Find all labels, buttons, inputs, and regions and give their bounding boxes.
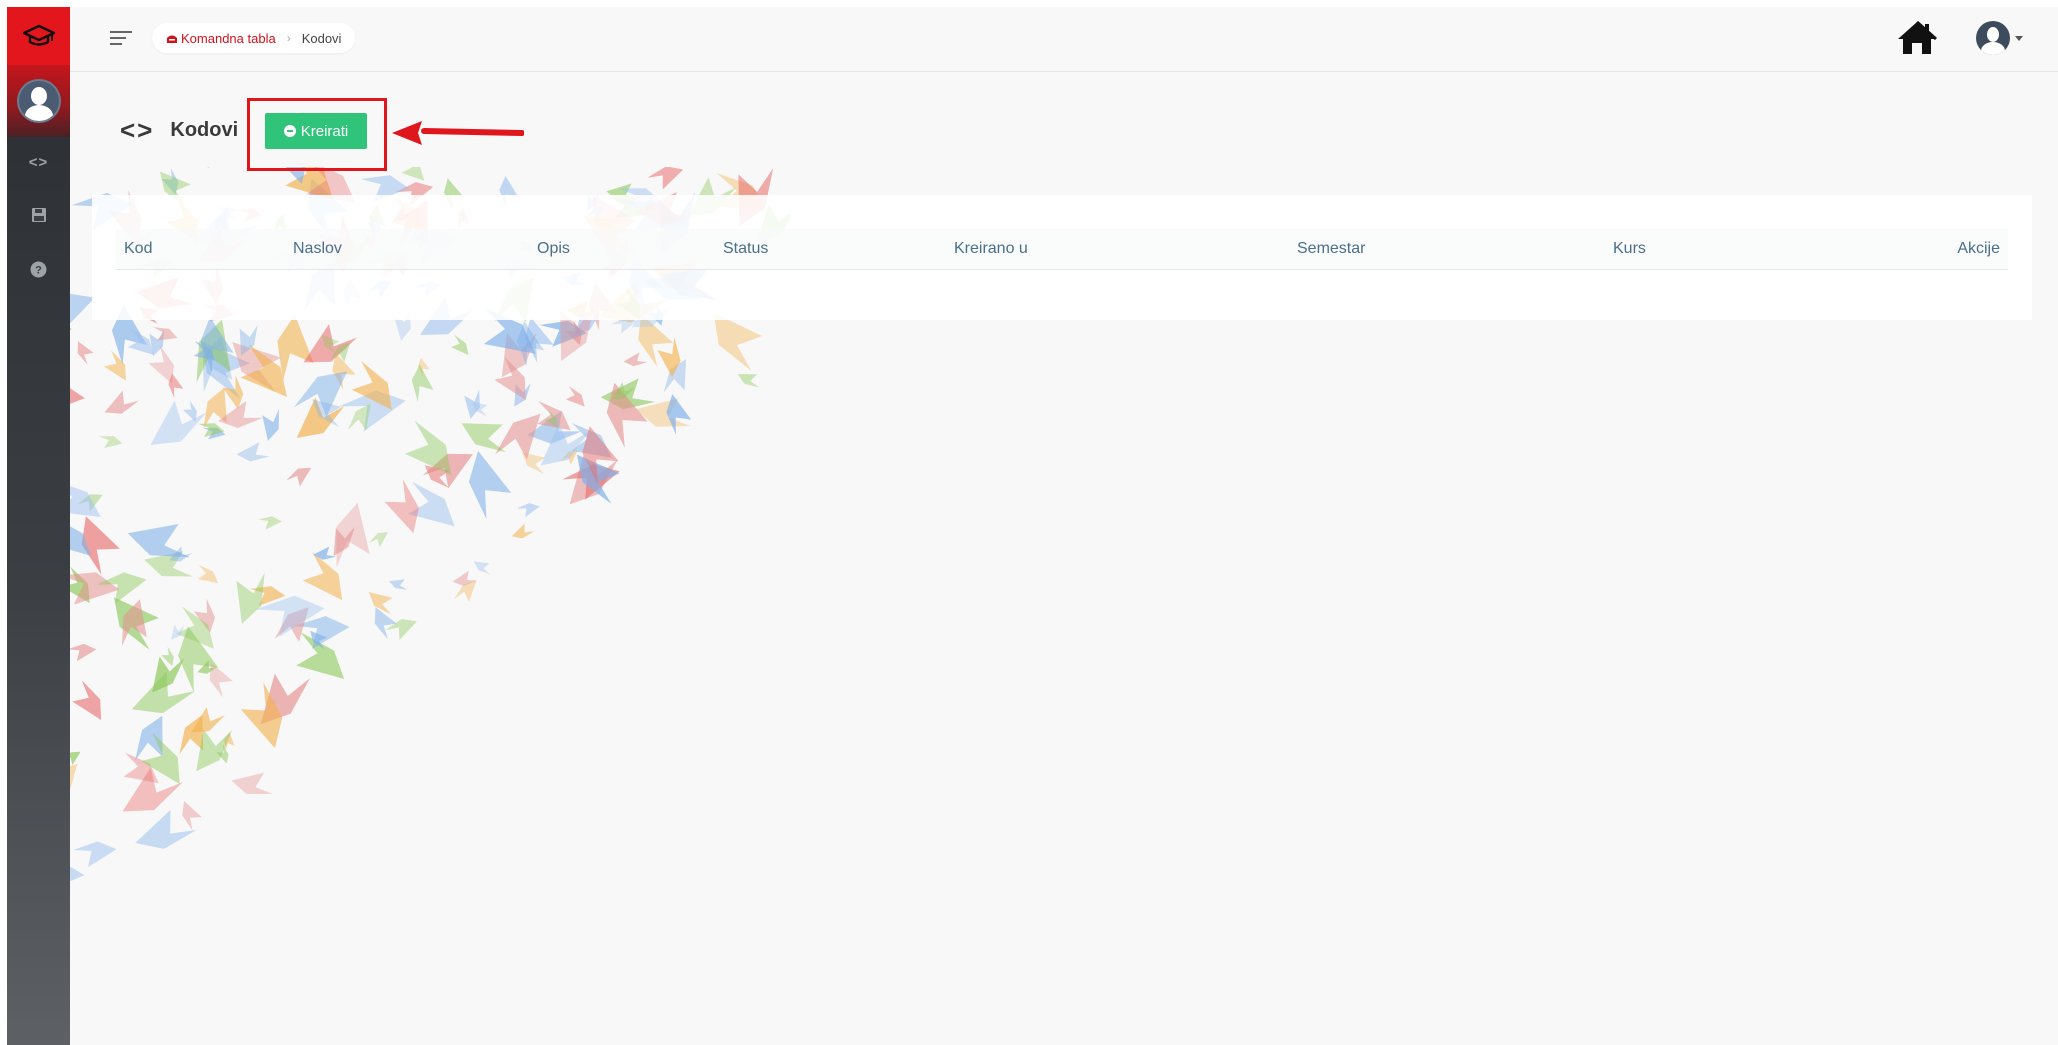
origami-bird-shape (473, 561, 490, 575)
origami-bird-shape (339, 390, 406, 432)
home-button[interactable] (1896, 20, 1938, 61)
breadcrumb-current: Kodovi (301, 30, 342, 46)
origami-bird-shape (450, 334, 469, 355)
origami-bird-shape (713, 312, 762, 371)
sidebar-item-codes[interactable]: <> (7, 142, 70, 182)
origami-bird-shape (70, 864, 85, 890)
origami-bird-shape (70, 643, 97, 662)
top-bar: Komandna tabla › Kodovi (70, 7, 2058, 72)
table-header-row: Kod Naslov Opis Status Kreirano u Semest… (116, 229, 2008, 270)
origami-bird-shape (258, 516, 282, 530)
svg-text:?: ? (35, 264, 42, 276)
origami-bird-shape (103, 350, 126, 381)
column-header-kurs[interactable]: Kurs (1613, 229, 1646, 269)
origami-bird-shape (374, 607, 397, 640)
user-menu[interactable] (1976, 21, 2023, 55)
breadcrumb-home-link[interactable]: Komandna tabla (166, 31, 276, 46)
origami-bird-shape (77, 341, 94, 365)
column-header-akcije[interactable]: Akcije (1957, 229, 2000, 269)
sidebar: <> ? (7, 7, 70, 1045)
origami-bird-shape (385, 619, 417, 640)
origami-bird-shape (336, 502, 370, 568)
save-icon (31, 208, 46, 222)
origami-bird-shape (240, 682, 283, 749)
origami-bird-shape (231, 772, 273, 794)
origami-bird-shape (70, 763, 78, 805)
origami-bird-shape (565, 385, 585, 407)
origami-bird-shape (647, 167, 684, 190)
origami-bird-shape (737, 374, 759, 388)
menu-toggle-icon[interactable] (110, 31, 132, 49)
origami-bird-shape (262, 408, 279, 441)
chevron-down-icon (2015, 35, 2023, 41)
help-icon: ? (30, 261, 47, 277)
origami-bird-shape (286, 467, 312, 487)
origami-bird-shape (104, 390, 140, 414)
origami-bird-shape (197, 564, 219, 584)
annotation-highlight-box (247, 98, 387, 171)
user-avatar (1976, 21, 2010, 55)
dashboard-icon (167, 35, 177, 43)
origami-bird-shape (411, 364, 434, 402)
code-icon: <> (120, 115, 155, 145)
page-title: Kodovi (170, 119, 239, 141)
origami-bird-shape (401, 167, 425, 181)
avatar (16, 79, 61, 123)
graduation-cap-icon (22, 24, 55, 46)
column-header-kod[interactable]: Kod (124, 229, 152, 269)
origami-bird-shape (182, 800, 202, 831)
origami-bird-shape (236, 442, 270, 462)
sidebar-user[interactable] (7, 65, 70, 137)
origami-bird-shape (194, 167, 210, 168)
column-header-opis[interactable]: Opis (537, 229, 570, 269)
page-header: <> Kodovi (120, 115, 238, 146)
breadcrumb-separator: › (286, 31, 291, 45)
origami-bird-shape (516, 503, 540, 518)
origami-bird-shape (511, 523, 535, 539)
breadcrumb-home-label: Komandna tabla (181, 30, 276, 46)
origami-bird-shape (73, 841, 117, 868)
origami-bird-shape (464, 389, 480, 419)
breadcrumb: Komandna tabla › Kodovi (152, 23, 356, 53)
origami-bird-shape (70, 388, 85, 409)
origami-bird-shape (70, 751, 81, 765)
origami-bird-shape (368, 532, 389, 548)
column-header-kreirano-u[interactable]: Kreirano u (954, 229, 1028, 269)
origami-bird-shape (99, 436, 123, 449)
codes-table-card: Kod Naslov Opis Status Kreirano u Semest… (92, 195, 2032, 320)
origami-bird-shape (623, 352, 648, 367)
graduation-cap-logo[interactable] (7, 7, 70, 65)
main-content: Komandna tabla › Kodovi <> Kodovi Kreira… (70, 7, 2058, 1045)
sidebar-item-save[interactable] (7, 195, 70, 235)
annotation-arrow-icon (392, 121, 524, 145)
origami-bird-shape (72, 680, 102, 720)
home-icon (1898, 20, 1938, 54)
origami-bird-shape (389, 579, 408, 590)
column-header-semestar[interactable]: Semestar (1297, 229, 1365, 269)
column-header-naslov[interactable]: Naslov (293, 229, 342, 269)
code-icon: <> (28, 153, 49, 171)
sidebar-item-help[interactable]: ? (7, 249, 70, 289)
origami-bird-shape (150, 400, 207, 445)
column-header-status[interactable]: Status (723, 229, 768, 269)
